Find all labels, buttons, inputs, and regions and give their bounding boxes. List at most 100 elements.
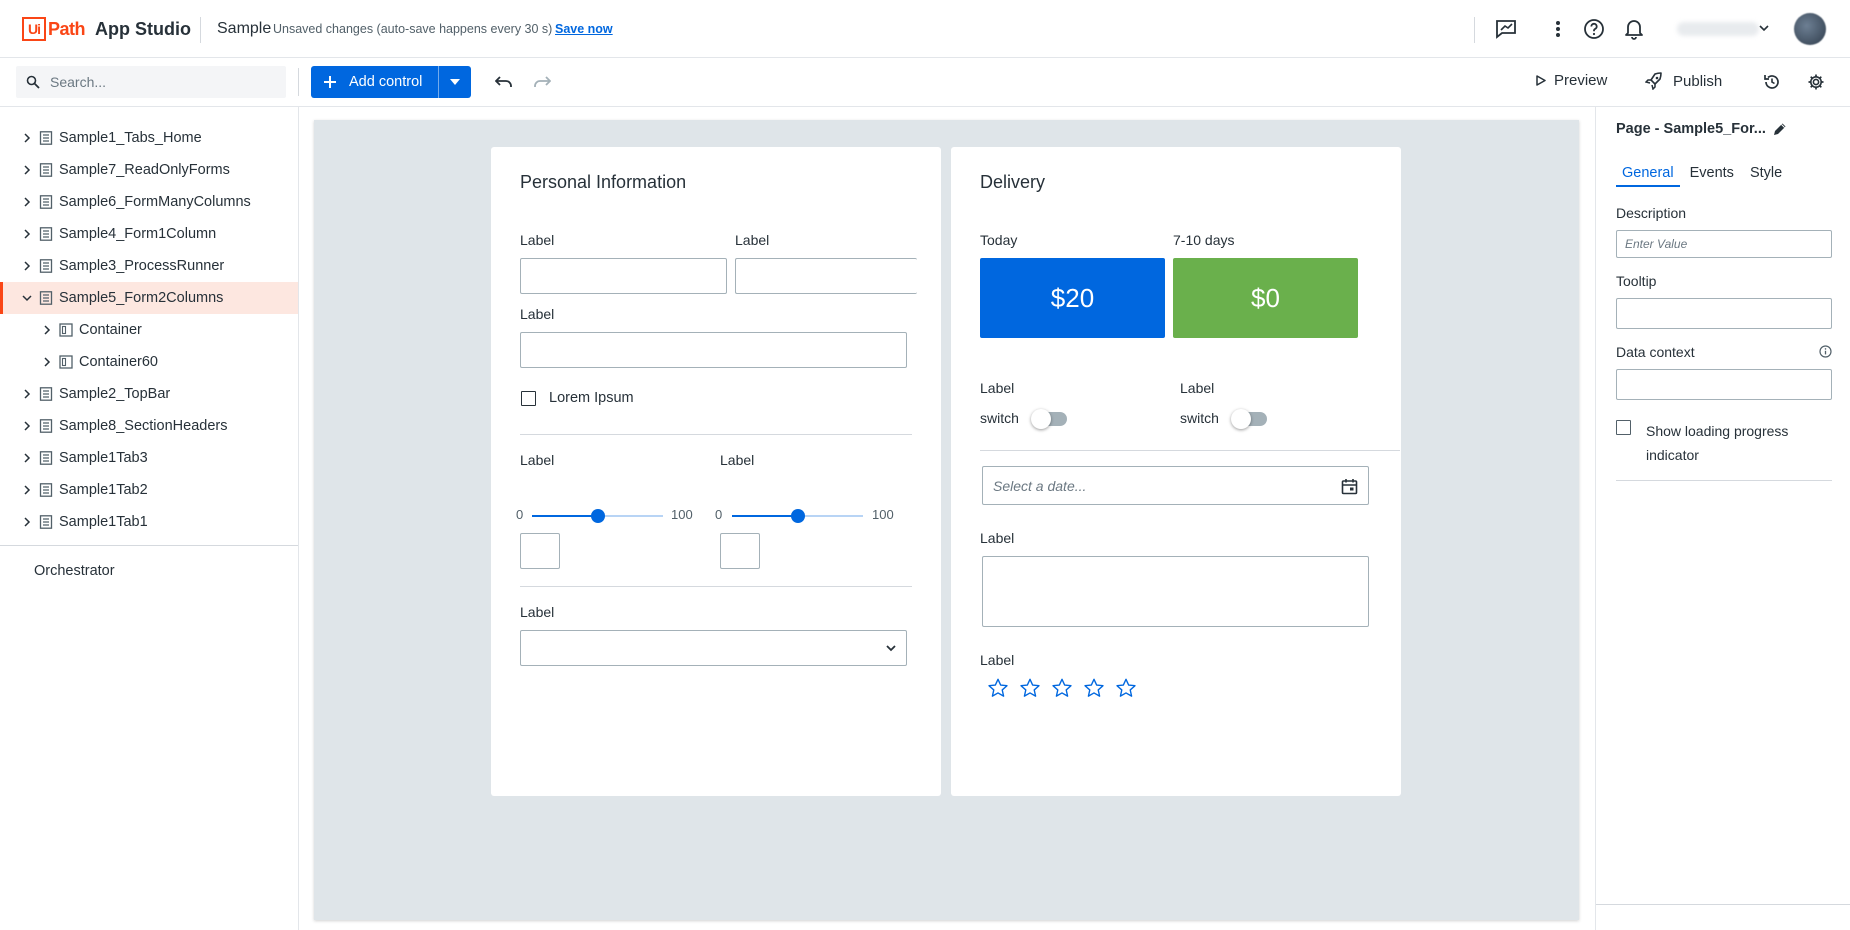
slider-label: Label	[720, 452, 755, 468]
add-control-button[interactable]: Add control	[311, 66, 471, 98]
delivery-card[interactable]: Delivery Today 7-10 days $20 $0 Label La…	[951, 147, 1401, 796]
search-icon	[26, 75, 40, 89]
tab-general[interactable]: General	[1616, 165, 1680, 187]
text-area[interactable]	[982, 556, 1369, 627]
history-icon[interactable]	[1760, 70, 1784, 94]
tree-item-label: Sample4_Form1Column	[59, 226, 217, 242]
help-icon[interactable]	[1582, 17, 1606, 41]
tree-item-sample1tab1[interactable]: Sample1Tab1	[0, 506, 298, 538]
chevron-right-icon[interactable]	[21, 261, 33, 271]
personal-information-card[interactable]: Personal Information Label Label Label L…	[491, 147, 941, 796]
container-icon	[59, 323, 73, 337]
star-icon[interactable]	[1083, 677, 1105, 699]
tree-item-sample7-readonlyforms[interactable]: Sample7_ReadOnlyForms	[0, 154, 298, 186]
logo-mark: Ui	[22, 17, 46, 41]
slider-value-input[interactable]	[720, 533, 760, 569]
user-name[interactable]	[1677, 22, 1759, 36]
orchestrator-item[interactable]: Orchestrator	[34, 563, 115, 579]
chevron-right-icon[interactable]	[21, 229, 33, 239]
star-icon[interactable]	[1115, 677, 1137, 699]
uipath-logo[interactable]: Ui Path App Studio	[22, 17, 191, 41]
chevron-right-icon[interactable]	[21, 421, 33, 431]
search-input[interactable]: Search...	[16, 66, 286, 98]
tab-style[interactable]: Style	[1744, 165, 1788, 187]
tree-item-label: Sample1Tab2	[59, 482, 148, 498]
star-icon[interactable]	[987, 677, 1009, 699]
page-tree: Sample1_Tabs_Home Sample7_ReadOnlyForms …	[0, 107, 299, 930]
toggle-knob[interactable]	[1231, 409, 1251, 429]
chevron-right-icon[interactable]	[21, 453, 33, 463]
chevron-down-icon[interactable]	[1758, 22, 1770, 34]
tree-item-sample2-topbar[interactable]: Sample2_TopBar	[0, 378, 298, 410]
description-input[interactable]: Enter Value	[1616, 230, 1832, 258]
tree-item-label: Sample5_Form2Columns	[59, 290, 224, 306]
tree-item-sample1-tabs-home[interactable]: Sample1_Tabs_Home	[0, 122, 298, 154]
tooltip-input[interactable]	[1616, 298, 1832, 329]
undo-icon[interactable]	[492, 70, 516, 94]
panel-divider	[1616, 480, 1832, 481]
slider-value-input[interactable]	[520, 533, 560, 569]
star-icon[interactable]	[1051, 677, 1073, 699]
feedback-icon[interactable]	[1494, 17, 1518, 41]
price-tile-standard[interactable]: $0	[1173, 258, 1358, 338]
info-icon[interactable]	[1819, 345, 1832, 358]
more-vert-icon[interactable]	[1546, 17, 1570, 41]
chevron-right-icon[interactable]	[21, 517, 33, 527]
price-tile-today[interactable]: $20	[980, 258, 1165, 338]
chevron-right-icon[interactable]	[21, 165, 33, 175]
tree-item-sample1tab2[interactable]: Sample1Tab2	[0, 474, 298, 506]
checkbox-label: Lorem Ipsum	[549, 390, 634, 406]
tree-item-sample5-form2columns[interactable]: Sample5_Form2Columns	[0, 282, 298, 314]
chevron-right-icon[interactable]	[21, 133, 33, 143]
text-input-wide[interactable]	[520, 332, 907, 368]
page-icon	[39, 227, 53, 241]
switch-field-label: Label	[1180, 380, 1215, 396]
chevron-right-icon[interactable]	[41, 325, 53, 335]
tree-item-sample3-processrunner[interactable]: Sample3_ProcessRunner	[0, 250, 298, 282]
notifications-bell-icon[interactable]	[1622, 17, 1646, 41]
lorem-ipsum-checkbox[interactable]	[521, 391, 536, 406]
slider-thumb[interactable]	[591, 509, 605, 523]
project-name: Sample	[217, 20, 272, 37]
preview-label: Preview	[1554, 72, 1608, 89]
design-canvas[interactable]: Personal Information Label Label Label L…	[314, 120, 1579, 920]
text-input[interactable]	[735, 258, 917, 294]
switch-label: switch	[980, 410, 1019, 426]
publish-button[interactable]: Publish	[1645, 72, 1722, 90]
delivery-title: Delivery	[980, 172, 1046, 192]
page-icon	[39, 131, 53, 145]
dropdown-select[interactable]	[520, 630, 907, 666]
toggle-knob[interactable]	[1031, 409, 1051, 429]
tree-item-sample4-form1column[interactable]: Sample4_Form1Column	[0, 218, 298, 250]
data-context-input[interactable]	[1616, 369, 1832, 400]
date-picker-input[interactable]: Select a date...	[982, 466, 1369, 505]
chevron-right-icon[interactable]	[41, 357, 53, 367]
preview-button[interactable]: Preview	[1536, 72, 1607, 89]
slider-thumb[interactable]	[791, 509, 805, 523]
rocket-icon	[1645, 72, 1662, 90]
slider-min: 0	[516, 507, 524, 522]
chevron-right-icon[interactable]	[21, 389, 33, 399]
tree-item-container[interactable]: Container	[0, 314, 298, 346]
chevron-down-icon[interactable]	[21, 294, 33, 302]
chevron-right-icon[interactable]	[21, 197, 33, 207]
calendar-icon[interactable]	[1341, 478, 1358, 495]
container-icon	[59, 355, 73, 369]
text-input[interactable]	[520, 258, 727, 294]
redo-icon[interactable]	[530, 70, 554, 94]
avatar[interactable]	[1794, 13, 1826, 45]
tree-item-sample1tab3[interactable]: Sample1Tab3	[0, 442, 298, 474]
add-control-main[interactable]: Add control	[311, 66, 439, 98]
tab-events[interactable]: Events	[1684, 165, 1740, 187]
chevron-right-icon[interactable]	[21, 485, 33, 495]
show-loading-checkbox[interactable]	[1616, 420, 1631, 435]
tree-item-container60[interactable]: Container60	[0, 346, 298, 378]
settings-gear-icon[interactable]	[1804, 70, 1828, 94]
tree-item-sample6-formmanycolumns[interactable]: Sample6_FormManyColumns	[0, 186, 298, 218]
save-now-link[interactable]: Save now	[555, 22, 613, 36]
edit-pencil-icon[interactable]	[1772, 122, 1787, 137]
add-control-dropdown[interactable]	[439, 66, 471, 98]
tree-item-sample8-sectionheaders[interactable]: Sample8_SectionHeaders	[0, 410, 298, 442]
textarea-label: Label	[980, 530, 1015, 546]
star-icon[interactable]	[1019, 677, 1041, 699]
